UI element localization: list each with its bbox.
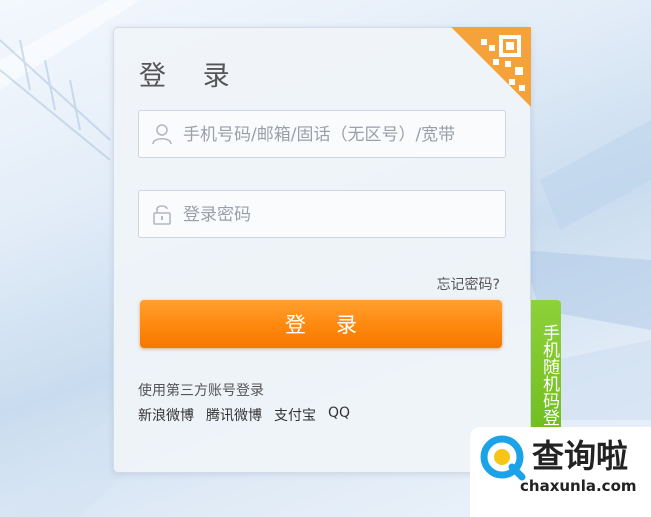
- user-icon: [151, 123, 173, 145]
- password-input[interactable]: [181, 199, 500, 231]
- login-button[interactable]: 登录: [140, 300, 502, 348]
- third-party-label: 使用第三方账号登录: [138, 383, 264, 399]
- watermark-url: chaxunla.com: [520, 477, 637, 495]
- third-party-link-alipay[interactable]: 支付宝: [274, 405, 316, 425]
- watermark-title: 查询啦: [532, 437, 629, 475]
- account-field[interactable]: [138, 110, 506, 158]
- password-field[interactable]: [138, 190, 506, 238]
- qr-code-icon[interactable]: [451, 27, 531, 107]
- login-title: 登 录: [139, 61, 244, 92]
- third-party-links: 新浪微博 腾讯微博 支付宝 QQ: [138, 405, 350, 425]
- forgot-password-link[interactable]: 忘记密码?: [437, 274, 500, 294]
- lock-icon: [151, 203, 173, 225]
- login-card: 登 录 手机号码/邮箱/固话（无区号）/宽带 忘记密码? 登录 使用第三方账号登…: [113, 27, 531, 473]
- watermark: 查询啦 chaxunla.com: [470, 427, 651, 517]
- search-logo-icon: [478, 433, 528, 483]
- third-party-link-tencent-weibo[interactable]: 腾讯微博: [206, 405, 262, 425]
- account-input[interactable]: [181, 119, 500, 151]
- third-party-link-qq[interactable]: QQ: [328, 405, 350, 425]
- third-party-link-weibo[interactable]: 新浪微博: [138, 405, 194, 425]
